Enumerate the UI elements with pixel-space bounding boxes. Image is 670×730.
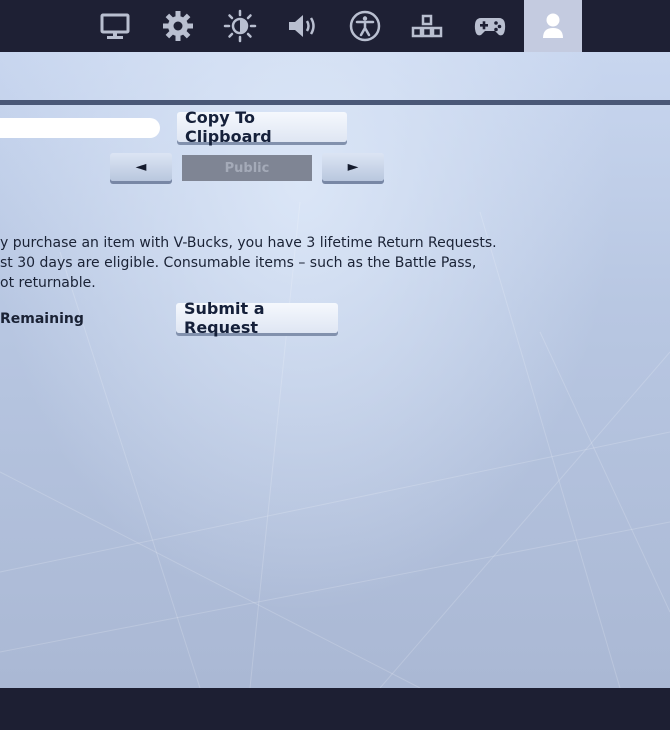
visibility-value: Public: [182, 155, 312, 181]
visibility-next-button[interactable]: ►: [322, 153, 384, 181]
tab-accessibility[interactable]: [338, 0, 392, 52]
tab-account[interactable]: [524, 0, 582, 52]
brightness-icon: [223, 9, 257, 43]
tab-video[interactable]: [88, 0, 142, 52]
copy-to-clipboard-button[interactable]: Copy To Clipboard: [177, 108, 347, 146]
accessibility-icon: [349, 10, 381, 42]
tab-input[interactable]: [400, 0, 454, 52]
speaker-icon: [289, 15, 315, 37]
settings-tab-bar: [0, 0, 670, 52]
monitor-icon: [100, 13, 130, 39]
account-icon: [543, 13, 563, 38]
tab-controller[interactable]: [463, 0, 517, 52]
tab-audio[interactable]: [275, 0, 329, 52]
visibility-prev-button[interactable]: ◄: [110, 153, 172, 181]
requests-remaining-label: Remaining: [0, 311, 84, 327]
background-pattern: [0, 201, 670, 688]
section-divider: [0, 100, 670, 105]
input-layout-icon: [411, 14, 443, 38]
gear-icon: [163, 11, 193, 41]
account-settings-panel: Copy To Clipboard ◄ Public ► y purchase …: [0, 52, 670, 688]
tab-game-settings[interactable]: [151, 0, 205, 52]
redacted-account-id: [0, 118, 160, 138]
bottom-bar: [0, 688, 670, 730]
gamepad-icon: [474, 18, 506, 36]
submit-request-button[interactable]: Submit a Request: [176, 299, 338, 337]
return-policy-description: y purchase an item with V-Bucks, you hav…: [0, 235, 497, 291]
tab-brightness[interactable]: [213, 0, 267, 52]
